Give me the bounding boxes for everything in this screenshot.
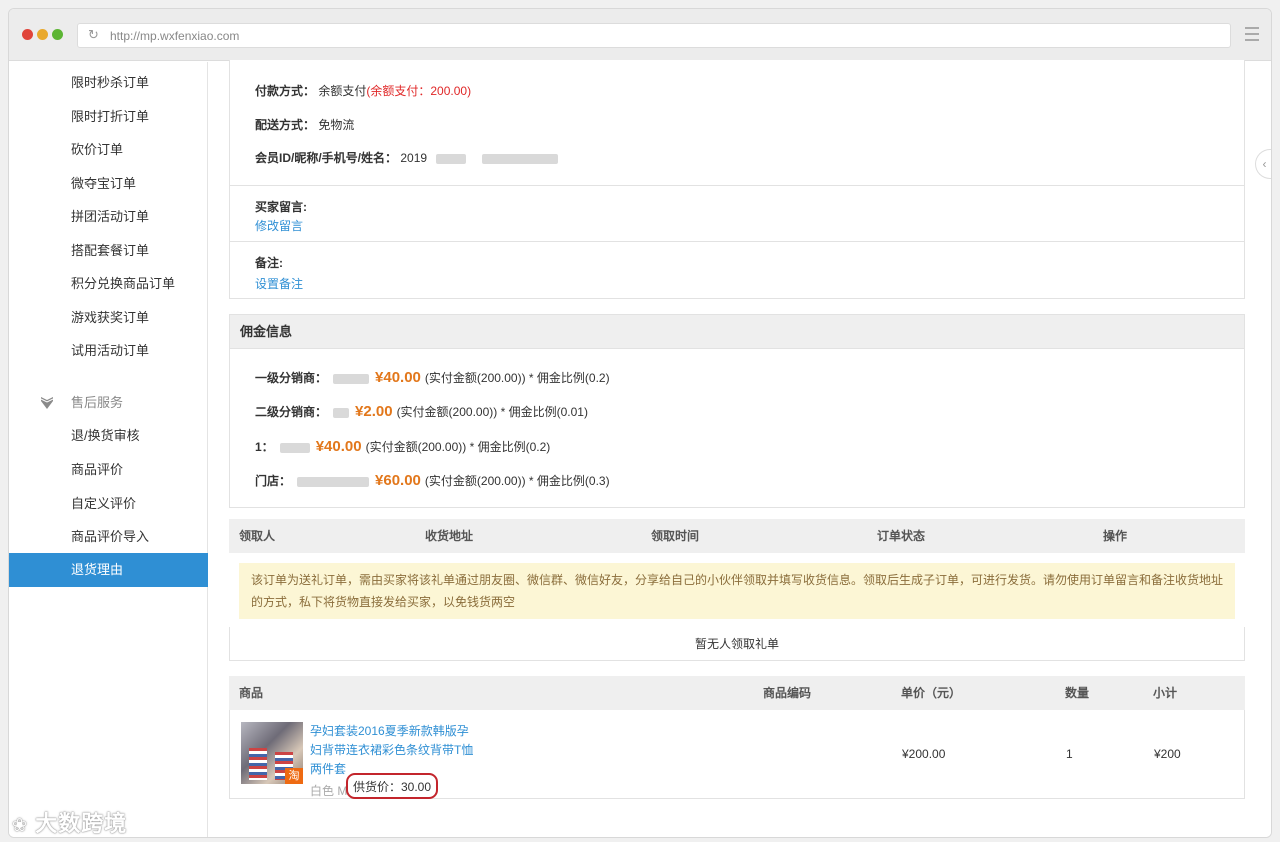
commission-row-label: 一级分销商：: [255, 371, 328, 385]
blurred-name: [279, 442, 310, 453]
shipping-method-label: 配送方式：: [255, 118, 316, 132]
shipping-method-value: 免物流: [318, 118, 355, 132]
commission-amount: ¥60.00: [375, 472, 421, 489]
chevron-left-icon: ‹: [1262, 157, 1267, 171]
commission-row-label: 二级分销商：: [255, 405, 328, 419]
commission-title: 佣金信息: [230, 315, 1244, 349]
remark-label: 备注:: [255, 256, 283, 270]
sidebar-item-group-buy-orders[interactable]: 拼团活动订单: [9, 200, 208, 234]
sidebar-item-treasure-orders[interactable]: 微夺宝订单: [9, 167, 208, 201]
subtotal: ¥200: [1154, 747, 1181, 761]
address-bar[interactable]: ↻ http://mp.wxfenxiao.com: [77, 23, 1231, 48]
browser-menu-icon[interactable]: [1245, 27, 1261, 41]
supply-price: 供货价：30.00: [346, 773, 439, 799]
sidebar-item-flash-sale-orders[interactable]: 限时秒杀订单: [9, 66, 208, 100]
sidebar-group-label: 售后服务: [71, 395, 124, 410]
commission-amount: ¥40.00: [315, 438, 362, 455]
sidebar-item-review-import[interactable]: 商品评价导入: [9, 520, 208, 554]
commission-formula: (实付金额(200.00)) * 佣金比例(0.3): [424, 474, 610, 488]
column-unit-price: 单价（元）: [901, 686, 962, 700]
commission-formula: (实付金额(200.00)) * 佣金比例(0.01): [396, 405, 588, 419]
watermark-icon: ❀: [12, 815, 29, 835]
shield-icon: [40, 397, 54, 409]
commission-row-label: 门店：: [255, 474, 292, 488]
order-info-panel: 付款方式： 余额支付(余额支付：200.00) 配送方式： 免物流 会员ID/昵…: [229, 60, 1245, 186]
column-subtotal: 小计: [1153, 686, 1178, 700]
commission-row-label: 1：: [255, 440, 274, 454]
url-text: http://mp.wxfenxiao.com: [110, 29, 240, 43]
remark-panel: 备注: 设置备注: [229, 241, 1245, 299]
product-thumbnail[interactable]: 淘: [241, 722, 303, 784]
column-product-code: 商品编码: [763, 686, 812, 700]
commission-amount: ¥40.00: [375, 369, 421, 386]
column-claim-time: 领取时间: [651, 529, 700, 543]
blurred-name: [297, 476, 370, 487]
shipping-method-row: 配送方式： 免物流: [255, 116, 354, 133]
payment-detail: (余额支付：200.00): [366, 84, 472, 98]
sidebar-item-product-reviews[interactable]: 商品评价: [9, 453, 208, 487]
sidebar-item-return-review[interactable]: 退/换货审核: [9, 419, 208, 453]
blurred-phone: [481, 153, 558, 164]
commission-formula: (实付金额(200.00)) * 佣金比例(0.2): [424, 371, 610, 385]
main-content: 付款方式： 余额支付(余额支付：200.00) 配送方式： 免物流 会员ID/昵…: [209, 60, 1271, 837]
sidebar-item-points-orders[interactable]: 积分兑换商品订单: [9, 267, 208, 301]
blurred-nickname: [436, 153, 467, 164]
column-actions: 操作: [1103, 529, 1128, 543]
browser-window: ↻ http://mp.wxfenxiao.com 限时秒杀订单 限时打折订单 …: [8, 8, 1272, 838]
sidebar-item-return-reasons[interactable]: 退货理由: [9, 553, 208, 587]
close-window-button[interactable]: [22, 29, 33, 40]
sidebar-group-after-sales: 售后服务: [9, 386, 208, 420]
sidebar-item-bargain-orders[interactable]: 砍价订单: [9, 133, 208, 167]
sidebar-item-game-prize-orders[interactable]: 游戏获奖订单: [9, 301, 208, 335]
commission-row: 二级分销商： ¥2.00 (实付金额(200.00)) * 佣金比例(0.01): [255, 403, 588, 420]
gift-table-header: 领取人 收货地址 领取时间 订单状态 操作: [229, 519, 1245, 553]
commission-amount: ¥2.00: [355, 403, 393, 420]
sidebar-item-bundle-orders[interactable]: 搭配套餐订单: [9, 234, 208, 268]
watermark-text: 大数跨境: [35, 811, 128, 836]
buyer-message-panel: 买家留言: 修改留言: [229, 185, 1245, 242]
product-table-header: 商品 商品编码 单价（元） 数量 小计: [229, 676, 1245, 710]
sidebar-item-discount-orders[interactable]: 限时打折订单: [9, 100, 208, 134]
commission-panel: 佣金信息 一级分销商： ¥40.00 (实付金额(200.00)) * 佣金比例(0…: [229, 314, 1245, 508]
edit-message-link[interactable]: 修改留言: [255, 217, 303, 234]
product-spec: 白色 M: [310, 784, 348, 798]
column-address: 收货地址: [425, 529, 474, 543]
sidebar-item-custom-reviews[interactable]: 自定义评价: [9, 487, 208, 521]
quantity: 1: [1066, 747, 1073, 761]
member-id: 2019: [400, 151, 428, 165]
set-remark-link[interactable]: 设置备注: [255, 275, 303, 292]
blurred-name: [333, 407, 350, 418]
unit-price: ¥200.00: [902, 747, 946, 761]
payment-method-label: 付款方式：: [255, 84, 316, 98]
minimize-window-button[interactable]: [37, 29, 48, 40]
product-title-link[interactable]: 孕妇套装2016夏季新款韩版孕妇背带连衣裙彩色条纹背带T恤两件套: [310, 722, 480, 779]
gift-order-notice: 该订单为送礼订单，需由买家将该礼单通过朋友圈、微信群、微信好友，分享给自己的小伙…: [239, 563, 1235, 619]
sidebar-item-trial-orders[interactable]: 试用活动订单: [9, 334, 208, 368]
commission-row: 1： ¥40.00 (实付金额(200.00)) * 佣金比例(0.2): [255, 438, 550, 455]
watermark-logo: ❀ 大数跨境: [12, 806, 127, 838]
column-product: 商品: [239, 686, 264, 700]
payment-method-value: 余额支付: [318, 84, 367, 98]
sidebar: 限时秒杀订单 限时打折订单 砍价订单 微夺宝订单 拼团活动订单 搭配套餐订单 积…: [9, 62, 208, 837]
gift-table-empty: 暂无人领取礼单: [229, 627, 1245, 661]
taobao-icon: 淘: [285, 768, 303, 784]
browser-toolbar: ↻ http://mp.wxfenxiao.com: [9, 9, 1271, 61]
blurred-name: [333, 373, 370, 384]
column-order-status: 订单状态: [877, 529, 926, 543]
table-row: 淘 孕妇套装2016夏季新款韩版孕妇背带连衣裙彩色条纹背带T恤两件套 白色 M …: [229, 710, 1245, 799]
maximize-window-button[interactable]: [52, 29, 63, 40]
reload-icon[interactable]: ↻: [88, 28, 102, 42]
payment-method-row: 付款方式： 余额支付(余额支付：200.00): [255, 82, 471, 99]
commission-row: 门店： ¥60.00 (实付金额(200.00)) * 佣金比例(0.3): [255, 472, 610, 489]
buyer-message-label: 买家留言:: [255, 200, 307, 214]
column-recipient: 领取人: [239, 529, 276, 543]
member-row: 会员ID/昵称/手机号/姓名： 2019: [255, 149, 564, 166]
commission-formula: (实付金额(200.00)) * 佣金比例(0.2): [365, 440, 551, 454]
column-quantity: 数量: [1065, 686, 1090, 700]
member-label: 会员ID/昵称/手机号/姓名：: [255, 151, 398, 165]
commission-row: 一级分销商： ¥40.00 (实付金额(200.00)) * 佣金比例(0.2): [255, 369, 610, 386]
